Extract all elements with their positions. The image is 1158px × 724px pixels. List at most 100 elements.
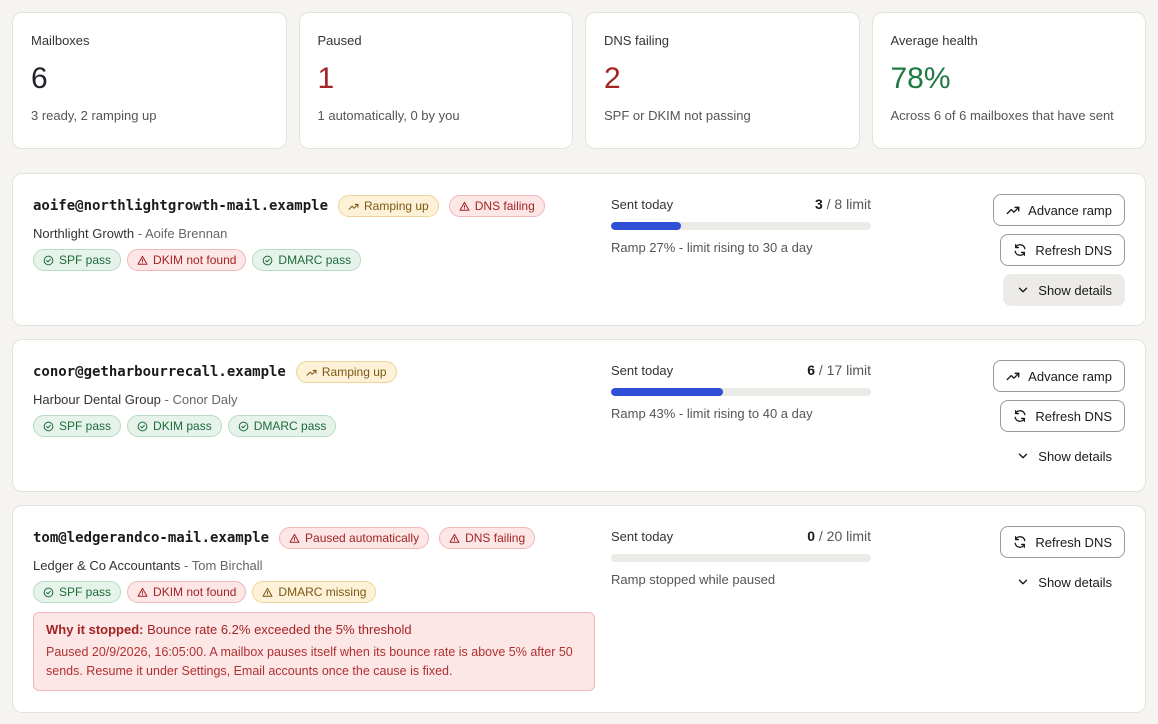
- ramp-progress-fill: [611, 388, 723, 396]
- badge-label: Ramping up: [364, 199, 429, 213]
- limit-text: / 20 limit: [814, 528, 871, 544]
- warning-icon: [289, 533, 300, 543]
- stat-paused: Paused 1 1 automatically, 0 by you: [298, 12, 573, 149]
- dkim-not-found-badge: DKIM not found: [127, 249, 247, 271]
- company-name: Ledger & Co Accountants: [33, 558, 181, 573]
- mailbox-owner: Northlight Growth - Aoife Brennan: [33, 226, 545, 241]
- badge-label: Ramping up: [321, 365, 387, 379]
- person-name: Tom Birchall: [191, 558, 263, 573]
- mailbox-card: tom@ledgerandco-mail.example Paused auto…: [12, 505, 1146, 713]
- dns-badges: SPF pass DKIM pass DMARC pass: [33, 415, 397, 437]
- pause-reason-alert: Why it stopped: Bounce rate 6.2% exceede…: [33, 612, 595, 691]
- stat-dns-failing: DNS failing 2 SPF or DKIM not passing: [585, 12, 860, 149]
- badge-label: DKIM not found: [153, 253, 237, 267]
- badge-label: SPF pass: [59, 419, 112, 433]
- dmarc-pass-badge: DMARC pass: [252, 249, 362, 271]
- chevron-down-icon: [1019, 287, 1028, 293]
- show-details-button[interactable]: Show details: [1003, 566, 1125, 598]
- refresh-dns-button[interactable]: Refresh DNS: [1000, 400, 1125, 432]
- mailbox-owner: Harbour Dental Group - Conor Daly: [33, 392, 397, 407]
- badge-label: DKIM not found: [153, 585, 237, 599]
- limit-text: / 17 limit: [814, 362, 871, 378]
- warning-icon: [137, 587, 148, 597]
- show-details-label: Show details: [1038, 448, 1112, 464]
- badge-label: DMARC pass: [278, 253, 352, 267]
- dns-badges: SPF pass DKIM not found DMARC missing: [33, 581, 535, 603]
- mailbox-owner: Ledger & Co Accountants - Tom Birchall: [33, 558, 535, 573]
- mailbox-email: tom@ledgerandco-mail.example: [33, 530, 270, 546]
- trend-up-icon: [306, 369, 317, 376]
- sent-today-label: Sent today: [611, 529, 674, 544]
- badge-label: DNS failing: [474, 199, 535, 213]
- ramp-progress-bar: [611, 554, 871, 562]
- status-badges: Ramping up DNS failing: [338, 195, 545, 217]
- refresh-icon: [1014, 244, 1026, 256]
- show-details-button[interactable]: Show details: [1003, 274, 1125, 306]
- dmarc-pass-badge: DMARC pass: [227, 415, 337, 437]
- refresh-dns-label: Refresh DNS: [1035, 242, 1112, 258]
- check-circle-icon: [238, 421, 249, 431]
- ramping-up-badge: Ramping up: [338, 195, 439, 217]
- stat-label: Mailboxes: [31, 33, 90, 48]
- refresh-dns-button[interactable]: Refresh DNS: [1000, 526, 1125, 558]
- sending-progress: Sent today 0 / 20 limit Ramp stopped whi…: [611, 528, 871, 587]
- ramp-progress-bar: [611, 388, 871, 396]
- advance-ramp-label: Advance ramp: [1028, 202, 1112, 218]
- check-circle-icon: [137, 421, 148, 431]
- dkim-not-found-badge: DKIM not found: [127, 581, 247, 603]
- status-badges: Paused automatically DNS failing: [279, 527, 536, 549]
- badge-label: DMARC pass: [253, 419, 327, 433]
- stat-value: 2: [604, 62, 621, 95]
- sent-today-label: Sent today: [611, 197, 674, 212]
- spf-pass-badge: SPF pass: [33, 249, 122, 271]
- stat-average-health: Average health 78% Across 6 of 6 mailbox…: [871, 12, 1146, 149]
- person-name: Conor Daly: [172, 392, 238, 407]
- refresh-dns-button[interactable]: Refresh DNS: [1000, 234, 1125, 266]
- alert-title-rest: Bounce rate 6.2% exceeded the 5% thresho…: [143, 622, 412, 637]
- badge-label: DNS failing: [465, 531, 526, 545]
- company-name: Northlight Growth: [33, 226, 135, 241]
- mailbox-email: conor@getharbourrecall.example: [33, 364, 286, 380]
- trend-up-icon: [1006, 372, 1020, 381]
- dns-failing-badge: DNS failing: [439, 527, 536, 549]
- sent-count: 6 / 17 limit: [807, 362, 871, 378]
- ramp-note: Ramp 43% - limit rising to 40 a day: [611, 406, 813, 421]
- advance-ramp-label: Advance ramp: [1028, 368, 1112, 384]
- advance-ramp-button[interactable]: Advance ramp: [993, 360, 1125, 392]
- warning-icon: [262, 587, 273, 597]
- chevron-down-icon: [1019, 453, 1028, 459]
- advance-ramp-button[interactable]: Advance ramp: [993, 194, 1125, 226]
- company-name: Harbour Dental Group: [33, 392, 161, 407]
- sent-value: 6: [807, 362, 815, 378]
- alert-title: Why it stopped: Bounce rate 6.2% exceede…: [46, 622, 582, 637]
- dkim-pass-badge: DKIM pass: [127, 415, 222, 437]
- stat-label: Paused: [317, 33, 362, 48]
- owner-separator: -: [160, 392, 173, 407]
- stat-subtext: 3 ready, 2 ramping up: [31, 108, 157, 123]
- paused-automatically-badge: Paused automatically: [279, 527, 430, 549]
- sending-progress: Sent today 6 / 17 limit Ramp 43% - limit…: [611, 362, 871, 421]
- spf-pass-badge: SPF pass: [33, 581, 122, 603]
- owner-separator: -: [134, 226, 145, 241]
- dmarc-missing-badge: DMARC missing: [252, 581, 377, 603]
- sent-value: 3: [814, 196, 823, 212]
- alert-title-strong: Why it stopped:: [46, 622, 144, 637]
- check-circle-icon: [43, 255, 54, 265]
- person-name: Aoife Brennan: [145, 226, 228, 241]
- ramp-progress-fill: [611, 222, 682, 230]
- check-circle-icon: [43, 421, 54, 431]
- warning-icon: [459, 201, 470, 211]
- stat-label: DNS failing: [604, 33, 670, 48]
- sent-count: 0 / 20 limit: [807, 528, 871, 544]
- mailbox-email: aoife@northlightgrowth-mail.example: [33, 198, 329, 214]
- show-details-button[interactable]: Show details: [1003, 440, 1125, 472]
- mailbox-card: conor@getharbourrecall.example Ramping u…: [12, 339, 1146, 492]
- sending-progress: Sent today 3 / 8 limit Ramp 27% - limit …: [611, 196, 871, 255]
- stat-subtext: 1 automatically, 0 by you: [317, 108, 460, 123]
- stat-label: Average health: [890, 33, 978, 48]
- alert-body: Paused 20/9/2026, 16:05:00. A mailbox pa…: [46, 645, 573, 678]
- ramp-note: Ramp 27% - limit rising to 30 a day: [611, 240, 813, 255]
- ramping-up-badge: Ramping up: [295, 361, 397, 383]
- ramp-progress-bar: [611, 222, 871, 230]
- stat-subtext: SPF or DKIM not passing: [604, 108, 751, 123]
